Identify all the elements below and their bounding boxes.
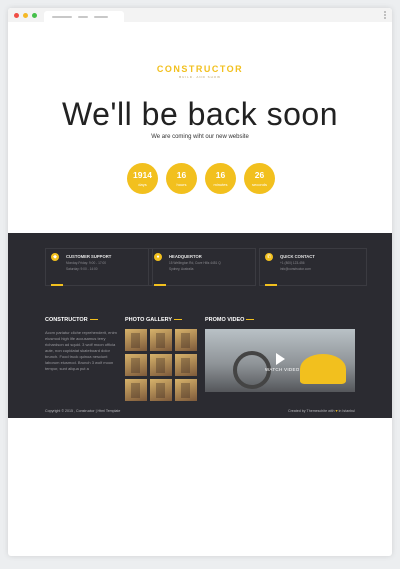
constructor-title: CONSTRUCTOR	[45, 317, 98, 323]
browser-toolbar	[8, 8, 392, 22]
phone-icon: ✆	[265, 253, 273, 261]
gallery-photo[interactable]	[150, 379, 172, 401]
info-line: Monday-Friday: 9:00 - 17:00	[66, 261, 107, 265]
gallery-title: PHOTO GALLERY	[125, 317, 183, 323]
info-box-contact: ✆ QUICK CONTACT +1 (800) 123-456 info@co…	[259, 248, 367, 286]
gallery-photo[interactable]	[175, 329, 197, 351]
info-title: CUSTOMER SUPPORT	[66, 254, 112, 259]
minimize-window-dot[interactable]	[23, 13, 28, 18]
photo-gallery	[125, 329, 197, 401]
gallery-photo[interactable]	[175, 379, 197, 401]
info-title: HEADQUERTOR	[169, 254, 202, 259]
footer-credit: Created by Themeschite with ♥ in Istanbu…	[287, 409, 355, 413]
location-icon: ●	[154, 253, 162, 261]
site-logo[interactable]: CONSTRUCTOR BUILD. AND SHOW	[8, 64, 392, 79]
heart-icon: ♥	[335, 409, 338, 413]
logo-text: CONSTRUCTOR	[156, 64, 244, 74]
promo-video[interactable]: WATCH VIDEO	[205, 329, 355, 392]
browser-window: CONSTRUCTOR BUILD. AND SHOW We'll be bac…	[8, 8, 392, 556]
gallery-photo[interactable]	[125, 329, 147, 351]
countdown-timer: 1914 days 16 hours 16 minutes 26 seconds	[127, 163, 277, 195]
promo-title: PROMO VIDEO	[205, 317, 255, 323]
page-headline: We'll be back soon	[62, 96, 338, 132]
constructor-text: Accm pariatur cliche reprehenderit, enim…	[45, 330, 117, 371]
gallery-photo[interactable]	[125, 379, 147, 401]
info-line: Sydney, Australia	[169, 267, 194, 271]
gallery-photo[interactable]	[175, 354, 197, 376]
countdown-hours: 16 hours	[166, 163, 197, 194]
gallery-photo[interactable]	[125, 354, 147, 376]
support-icon: ◆	[51, 253, 59, 261]
info-line[interactable]: info@constructor.com	[280, 267, 311, 271]
info-line: Saturday: 9:00 - 14:00	[66, 267, 98, 271]
close-window-dot[interactable]	[14, 13, 19, 18]
footer-section: ◆ CUSTOMER SUPPORT Monday-Friday: 9:00 -…	[8, 233, 392, 418]
browser-menu-icon[interactable]	[384, 11, 386, 20]
maximize-window-dot[interactable]	[32, 13, 37, 18]
copyright: Copyright © 2015 , Constructor | Html Te…	[45, 409, 121, 413]
info-box-headquarters: ● HEADQUERTOR 15 Wellington Rd, Cove Hil…	[148, 248, 256, 286]
countdown-days: 1914 days	[127, 163, 158, 194]
countdown-seconds: 26 seconds	[244, 163, 275, 194]
info-title: QUICK CONTACT	[280, 254, 315, 259]
info-line[interactable]: +1 (800) 123-456	[280, 261, 305, 265]
gallery-photo[interactable]	[150, 329, 172, 351]
page-subline: We are coming wiht our new website	[151, 134, 249, 140]
browser-tab[interactable]	[44, 11, 124, 22]
hard-hat-image	[300, 354, 346, 384]
gallery-photo[interactable]	[150, 354, 172, 376]
watch-video-label[interactable]: WATCH VIDEO	[265, 367, 300, 372]
countdown-minutes: 16 minutes	[205, 163, 236, 194]
info-box-support: ◆ CUSTOMER SUPPORT Monday-Friday: 9:00 -…	[45, 248, 153, 286]
info-line: 15 Wellington Rd, Cove Hills 4451 Q	[169, 261, 221, 265]
play-icon[interactable]	[276, 353, 285, 365]
logo-subtitle: BUILD. AND SHOW	[179, 75, 221, 79]
